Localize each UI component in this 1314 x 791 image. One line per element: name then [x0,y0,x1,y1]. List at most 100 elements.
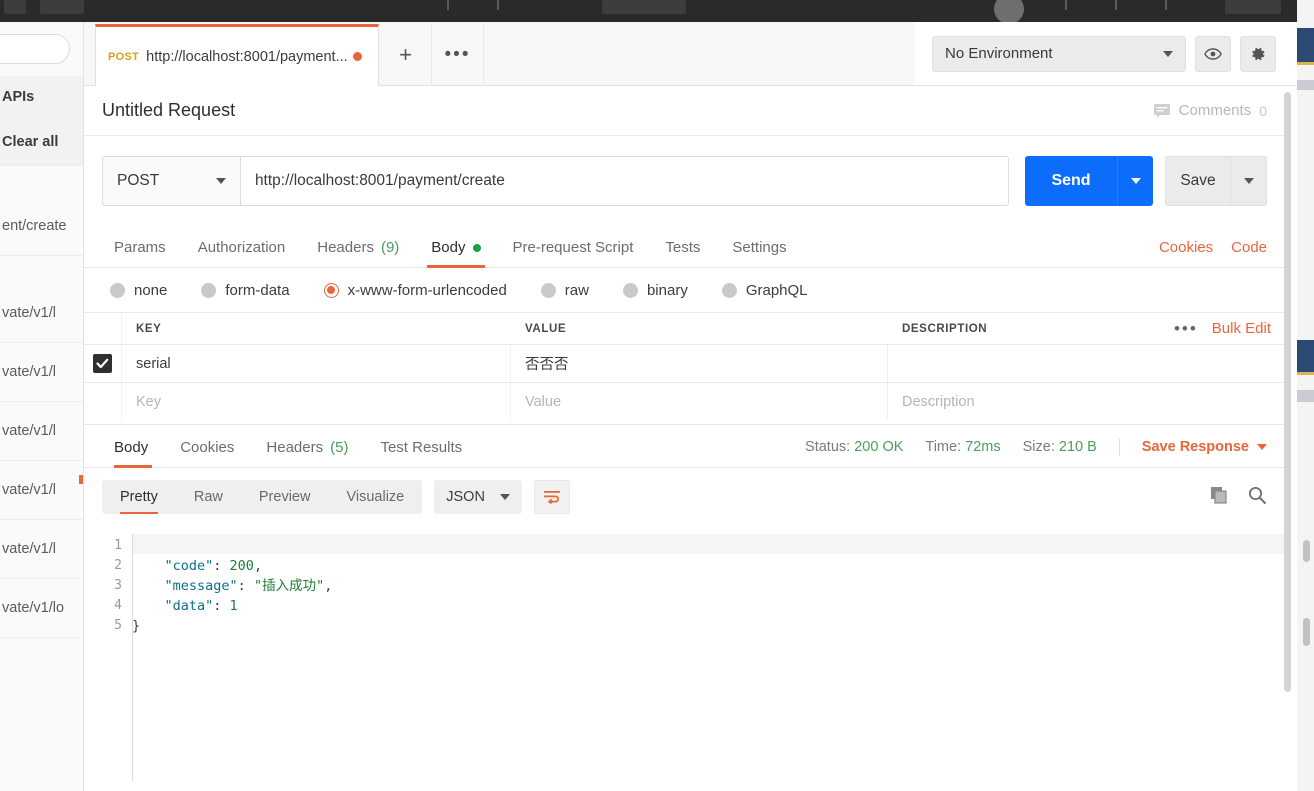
request-tab[interactable]: POST http://localhost:8001/payment... [95,24,379,86]
row-description-input[interactable] [888,345,1173,382]
sidebar: APIs Clear all ent/create vate/v1/l vate… [0,22,84,791]
response-scrollbar-thumb-top[interactable] [1303,540,1310,562]
row-value-input[interactable]: 否否否 [511,345,888,382]
tab-params[interactable]: Params [102,239,182,267]
response-tab-body[interactable]: Body [102,439,164,468]
list-item[interactable]: vate/v1/l [0,461,83,520]
top-bar-tick [1165,0,1167,10]
body-type-x-www-form-urlencoded[interactable]: x-www-form-urlencoded [323,281,507,299]
unsaved-dot-icon [352,52,362,61]
radio-icon [201,282,217,298]
new-value-input[interactable]: Value [511,383,888,420]
chevron-down-icon [1130,178,1141,184]
body-type-binary[interactable]: binary [622,282,688,299]
response-tab-cookies[interactable]: Cookies [164,439,250,467]
code-token: : [237,578,254,594]
response-tab-test-results[interactable]: Test Results [364,439,478,467]
sidebar-item-label: ent/create [2,218,67,234]
list-item[interactable]: ent/create [0,197,83,256]
app-top-bar [0,0,1297,24]
checkbox-checked-icon[interactable] [93,354,112,373]
save-options-button[interactable] [1231,156,1267,206]
sidebar-item-label: vate/v1/lo [2,600,65,616]
header-checkbox-cell [84,313,122,344]
body-type-label: form-data [225,281,290,299]
save-button[interactable]: Save [1165,156,1231,206]
status-badge: 200 OK [854,439,904,455]
copy-button[interactable] [1209,485,1229,510]
tab-options-button[interactable]: ••• [432,24,484,86]
code-token: , [324,578,333,594]
list-item[interactable]: vate/v1/lo [0,579,83,638]
send-options-button[interactable] [1117,156,1153,206]
row-key-input[interactable]: serial [122,345,511,382]
response-scrollbar-thumb-bottom[interactable] [1303,618,1310,646]
table-row-placeholder[interactable]: Key Value Description [84,382,1285,420]
ellipsis-icon: ••• [444,44,471,65]
body-type-graphql[interactable]: GraphQL [721,282,808,299]
tab-pre-request-script[interactable]: Pre-request Script [497,239,650,267]
new-tab-button[interactable]: + [380,24,432,86]
sidebar-search-input[interactable] [0,34,70,64]
http-method-select[interactable]: POST [102,156,240,206]
cookies-link[interactable]: Cookies [1159,239,1213,256]
search-button[interactable] [1247,485,1267,510]
table-actions: ••• Bulk Edit [1174,313,1285,344]
http-method-label: POST [117,172,160,189]
row-checkbox-cell[interactable] [84,383,122,420]
format-visualize[interactable]: Visualize [328,480,422,514]
top-bar-tick [1065,0,1067,10]
response-toolbar: Pretty Raw Preview Visualize JSON [84,468,1285,526]
comments-button[interactable]: Comments 0 [1153,102,1267,119]
list-item[interactable]: vate/v1/l [0,402,83,461]
sidebar-item-clear-all[interactable]: Clear all [0,118,83,166]
format-pretty[interactable]: Pretty [102,480,176,514]
sidebar-item-apis[interactable]: APIs [0,76,83,118]
new-description-input[interactable]: Description [888,383,1173,420]
response-actions [1209,485,1267,510]
gear-icon [1252,47,1265,60]
response-body-viewer[interactable]: 1 2 3 4 5 { "code": 200, "message": "插入成功", … [84,526,1285,791]
top-bar-chip-second [40,0,84,14]
tab-authorization[interactable]: Authorization [182,239,302,267]
radio-icon [540,282,556,298]
send-button[interactable]: Send [1025,156,1117,206]
response-tab-headers[interactable]: Headers (5) [250,439,364,467]
code-link[interactable]: Code [1231,239,1267,256]
tab-settings[interactable]: Settings [716,239,802,267]
body-type-none[interactable]: none [110,282,167,299]
format-raw[interactable]: Raw [176,480,241,514]
main-scrollbar[interactable] [1284,92,1291,692]
request-title-row: Untitled Request Comments 0 [84,86,1285,136]
tab-headers[interactable]: Headers (9) [301,239,415,267]
table-row[interactable]: serial 否否否 [84,344,1285,382]
row-checkbox-cell[interactable] [84,345,122,382]
tab-tests[interactable]: Tests [649,239,716,267]
body-type-form-data[interactable]: form-data [201,281,290,299]
list-item[interactable]: vate/v1/l [0,343,83,402]
list-item[interactable]: vate/v1/l [0,284,83,343]
new-key-input[interactable]: Key [122,383,511,420]
url-input[interactable]: http://localhost:8001/payment/create [239,156,1009,206]
word-wrap-button[interactable] [534,480,571,514]
ellipsis-icon[interactable]: ••• [1174,319,1198,339]
tab-body[interactable]: Body [415,239,496,268]
line-number: 4 [114,598,122,613]
list-item[interactable]: vate/v1/l [0,520,83,579]
response-code-lines[interactable]: { "code": 200, "message": "插入成功", "data"… [132,526,1285,791]
top-bar-tick [447,0,449,10]
body-type-radio-group: none form-data x-www-form-urlencoded raw… [84,268,1285,312]
body-type-label: x-www-form-urlencoded [347,281,507,299]
format-preview[interactable]: Preview [241,480,329,514]
top-bar-tick [1115,0,1117,10]
code-token: : [213,558,230,574]
bulk-edit-link[interactable]: Bulk Edit [1212,320,1271,337]
settings-button[interactable] [1240,35,1276,72]
response-language-select[interactable]: JSON [434,480,523,514]
environment-bar: No Environment [914,22,1297,86]
body-type-raw[interactable]: raw [540,282,589,299]
environment-quick-look-button[interactable] [1195,35,1231,72]
environment-select[interactable]: No Environment [932,35,1186,72]
save-response-button[interactable]: Save Response [1142,439,1267,455]
code-token: "data" [132,598,214,614]
